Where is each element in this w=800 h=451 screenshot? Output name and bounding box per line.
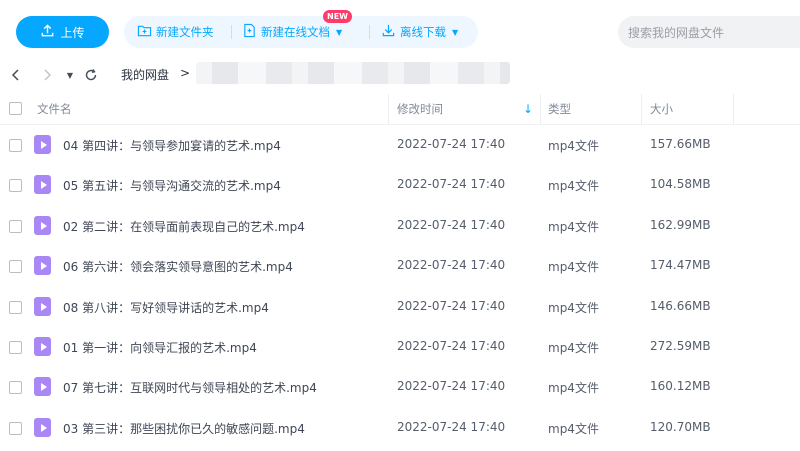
row-checkbox[interactable] bbox=[9, 139, 22, 152]
divider bbox=[231, 25, 232, 39]
select-all-checkbox[interactable] bbox=[9, 102, 22, 115]
file-size: 104.58MB bbox=[650, 177, 711, 191]
table-row[interactable]: 01 第一讲：向领导汇报的艺术.mp4 2022-07-24 17:40 mp4… bbox=[0, 327, 800, 367]
action-group: 新建文件夹 新建在线文档 ▼ 离线下载 ▼ bbox=[124, 16, 478, 48]
forward-button[interactable] bbox=[39, 66, 55, 84]
file-size: 272.59MB bbox=[650, 339, 711, 353]
table-row[interactable]: 07 第七讲：互联网时代与领导相处的艺术.mp4 2022-07-24 17:4… bbox=[0, 367, 800, 407]
video-file-icon bbox=[34, 216, 51, 235]
column-header-type[interactable]: 类型 bbox=[548, 94, 571, 124]
video-file-icon bbox=[34, 175, 51, 194]
modified-time: 2022-07-24 17:40 bbox=[397, 218, 506, 232]
file-name[interactable]: 06 第六讲：领会落实领导意图的艺术.mp4 bbox=[63, 258, 293, 275]
column-header-size[interactable]: 大小 bbox=[650, 94, 673, 124]
folder-plus-icon bbox=[137, 23, 152, 41]
row-checkbox[interactable] bbox=[9, 341, 22, 354]
modified-time: 2022-07-24 17:40 bbox=[397, 258, 506, 272]
row-checkbox[interactable] bbox=[9, 422, 22, 435]
upload-icon bbox=[40, 23, 55, 41]
history-dropdown-button[interactable]: ▼ bbox=[63, 66, 77, 84]
video-file-icon bbox=[34, 377, 51, 396]
new-folder-label: 新建文件夹 bbox=[156, 25, 214, 39]
offline-download-button[interactable]: 离线下载 ▼ bbox=[381, 16, 458, 48]
column-divider[interactable] bbox=[540, 94, 541, 125]
table-row[interactable]: 02 第二讲：在领导面前表现自己的艺术.mp4 2022-07-24 17:40… bbox=[0, 206, 800, 246]
file-size: 157.66MB bbox=[650, 137, 711, 151]
navigation-bar: ▼ 我的网盘 > bbox=[0, 60, 800, 90]
new-badge: NEW bbox=[323, 10, 352, 23]
video-file-icon bbox=[34, 297, 51, 316]
video-file-icon bbox=[34, 418, 51, 437]
row-checkbox[interactable] bbox=[9, 220, 22, 233]
modified-time: 2022-07-24 17:40 bbox=[397, 137, 506, 151]
file-type: mp4文件 bbox=[548, 139, 599, 153]
upload-button[interactable]: 上传 bbox=[16, 16, 109, 48]
file-size: 162.99MB bbox=[650, 218, 711, 232]
file-type: mp4文件 bbox=[548, 341, 599, 355]
file-size: 120.70MB bbox=[650, 420, 711, 434]
column-header-modified[interactable]: 修改时间 bbox=[397, 94, 443, 124]
new-folder-button[interactable]: 新建文件夹 bbox=[137, 16, 214, 48]
modified-time: 2022-07-24 17:40 bbox=[397, 379, 506, 393]
download-icon bbox=[381, 23, 396, 41]
video-file-icon bbox=[34, 256, 51, 275]
video-file-icon bbox=[34, 337, 51, 356]
row-checkbox[interactable] bbox=[9, 301, 22, 314]
modified-time: 2022-07-24 17:40 bbox=[397, 177, 506, 191]
file-type: mp4文件 bbox=[548, 301, 599, 315]
chevron-left-icon bbox=[11, 69, 19, 81]
breadcrumb-separator: > bbox=[180, 66, 191, 80]
file-type: mp4文件 bbox=[548, 220, 599, 234]
table-row[interactable]: 08 第八讲：写好领导讲话的艺术.mp4 2022-07-24 17:40 mp… bbox=[0, 287, 800, 327]
file-name[interactable]: 08 第八讲：写好领导讲话的艺术.mp4 bbox=[63, 299, 269, 316]
file-name[interactable]: 07 第七讲：互联网时代与领导相处的艺术.mp4 bbox=[63, 379, 317, 396]
table-row[interactable]: 06 第六讲：领会落实领导意图的艺术.mp4 2022-07-24 17:40 … bbox=[0, 246, 800, 286]
file-type: mp4文件 bbox=[548, 422, 599, 436]
column-divider[interactable] bbox=[641, 94, 642, 125]
caret-down-icon: ▼ bbox=[452, 27, 459, 37]
modified-time: 2022-07-24 17:40 bbox=[397, 339, 506, 353]
file-size: 146.66MB bbox=[650, 299, 711, 313]
refresh-icon bbox=[85, 69, 97, 81]
upload-label: 上传 bbox=[60, 25, 85, 40]
file-size: 174.47MB bbox=[650, 258, 711, 272]
file-type: mp4文件 bbox=[548, 260, 599, 274]
row-checkbox[interactable] bbox=[9, 179, 22, 192]
breadcrumb-root[interactable]: 我的网盘 bbox=[121, 66, 169, 83]
new-online-doc-label: 新建在线文档 bbox=[261, 25, 330, 39]
file-name[interactable]: 02 第二讲：在领导面前表现自己的艺术.mp4 bbox=[63, 218, 305, 235]
offline-download-label: 离线下载 bbox=[400, 25, 446, 39]
modified-time: 2022-07-24 17:40 bbox=[397, 299, 506, 313]
sort-down-arrow-icon[interactable]: ↓ bbox=[523, 102, 533, 116]
file-name[interactable]: 03 第三讲：那些困扰你已久的敏感问题.mp4 bbox=[63, 420, 305, 437]
video-file-icon bbox=[34, 135, 51, 154]
chevron-right-icon bbox=[44, 69, 52, 81]
table-row[interactable]: 05 第五讲：与领导沟通交流的艺术.mp4 2022-07-24 17:40 m… bbox=[0, 165, 800, 205]
file-name[interactable]: 04 第四讲：与领导参加宴请的艺术.mp4 bbox=[63, 137, 281, 154]
divider bbox=[369, 25, 370, 39]
file-name[interactable]: 01 第一讲：向领导汇报的艺术.mp4 bbox=[63, 339, 257, 356]
caret-down-icon: ▼ bbox=[66, 70, 74, 80]
refresh-button[interactable] bbox=[83, 66, 99, 84]
toolbar: 上传 新建文件夹 新建在线文档 ▼ 离线下载 ▼ NEW 搜索我的网盘文件 bbox=[0, 0, 800, 60]
modified-time: 2022-07-24 17:40 bbox=[397, 420, 506, 434]
file-name[interactable]: 05 第五讲：与领导沟通交流的艺术.mp4 bbox=[63, 177, 281, 194]
file-type: mp4文件 bbox=[548, 179, 599, 193]
table-row[interactable]: 04 第四讲：与领导参加宴请的艺术.mp4 2022-07-24 17:40 m… bbox=[0, 125, 800, 165]
search-input[interactable]: 搜索我的网盘文件 bbox=[618, 16, 800, 48]
doc-plus-icon bbox=[242, 23, 257, 41]
breadcrumb-path-redacted bbox=[196, 62, 510, 84]
file-size: 160.12MB bbox=[650, 379, 711, 393]
caret-down-icon: ▼ bbox=[336, 27, 343, 37]
column-divider[interactable] bbox=[388, 94, 389, 125]
file-type: mp4文件 bbox=[548, 381, 599, 395]
column-header-name[interactable]: 文件名 bbox=[37, 94, 72, 124]
back-button[interactable] bbox=[8, 66, 24, 84]
row-checkbox[interactable] bbox=[9, 260, 22, 273]
table-row[interactable]: 03 第三讲：那些困扰你已久的敏感问题.mp4 2022-07-24 17:40… bbox=[0, 408, 800, 448]
table-header: 文件名 修改时间 ↓ 类型 大小 bbox=[0, 94, 800, 125]
column-divider[interactable] bbox=[733, 94, 734, 125]
row-checkbox[interactable] bbox=[9, 381, 22, 394]
